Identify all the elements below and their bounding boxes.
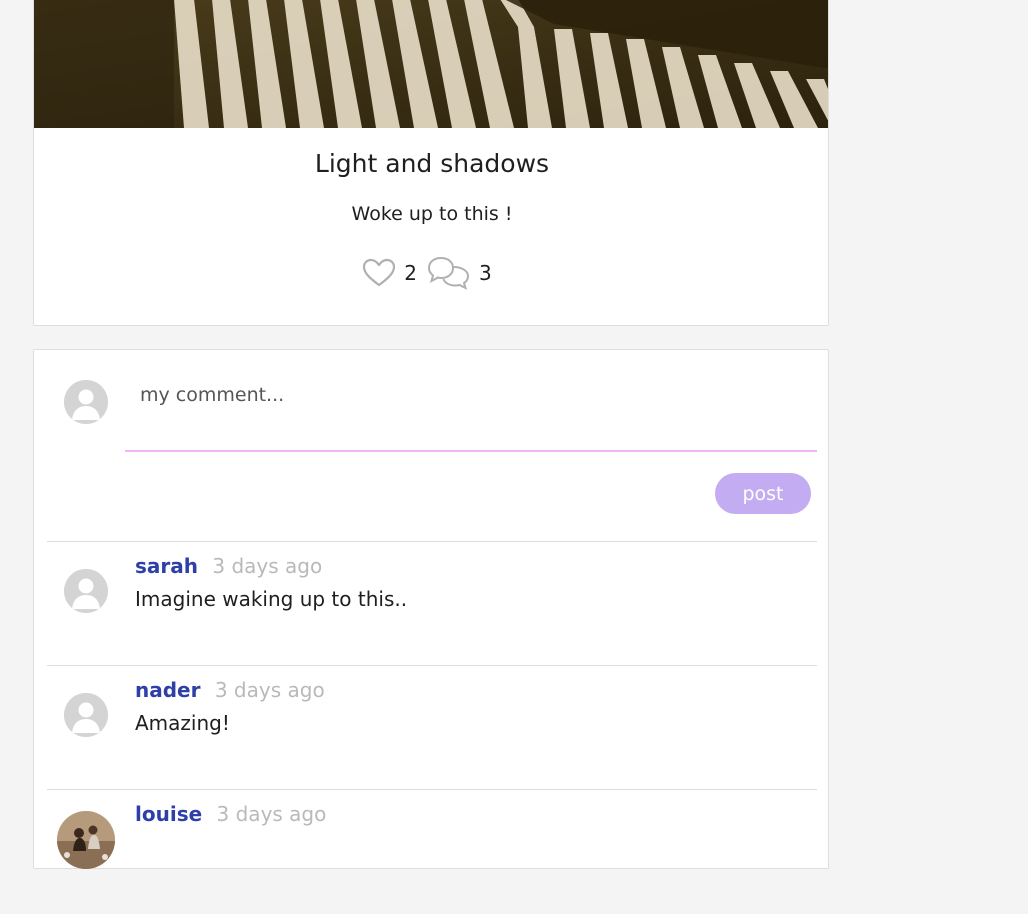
comment-text: Imagine waking up to this.. (135, 587, 408, 611)
avatar (64, 569, 108, 613)
post-description: Woke up to this ! (351, 203, 513, 225)
comment-item: sarah 3 days ago Imagine waking up to th… (34, 542, 830, 666)
comment-author[interactable]: louise (135, 802, 202, 826)
comment-author[interactable]: sarah (135, 554, 198, 578)
comment-meta: nader 3 days ago (135, 678, 325, 702)
post-card: Light and shadows Woke up to this ! 2 3 (33, 0, 829, 326)
current-user-avatar (64, 380, 108, 424)
comment-count: 3 (479, 261, 492, 285)
avatar (64, 693, 108, 737)
comment-meta: sarah 3 days ago (135, 554, 322, 578)
comment-timestamp: 3 days ago (212, 554, 323, 578)
post-button[interactable]: post (715, 473, 811, 514)
comment-item: nader 3 days ago Amazing! (34, 666, 830, 790)
comment-item: louise 3 days ago (34, 790, 830, 914)
comment-meta: louise 3 days ago (135, 802, 326, 826)
comment-input[interactable] (125, 370, 817, 450)
comment-input-wrapper (125, 370, 817, 452)
comment-timestamp: 3 days ago (216, 802, 327, 826)
comment-text: Amazing! (135, 711, 230, 735)
post-title: Light and shadows (314, 149, 550, 178)
like-count: 2 (404, 261, 417, 285)
comments-card: post sarah 3 days ago Imagine waking up … (33, 349, 829, 869)
post-stats: 2 3 (34, 256, 828, 290)
comment-timestamp: 3 days ago (214, 678, 325, 702)
comment-author[interactable]: nader (135, 678, 200, 702)
post-image (34, 0, 828, 128)
avatar (57, 811, 115, 869)
speech-bubbles-icon[interactable] (427, 256, 471, 290)
heart-icon[interactable] (362, 258, 396, 288)
